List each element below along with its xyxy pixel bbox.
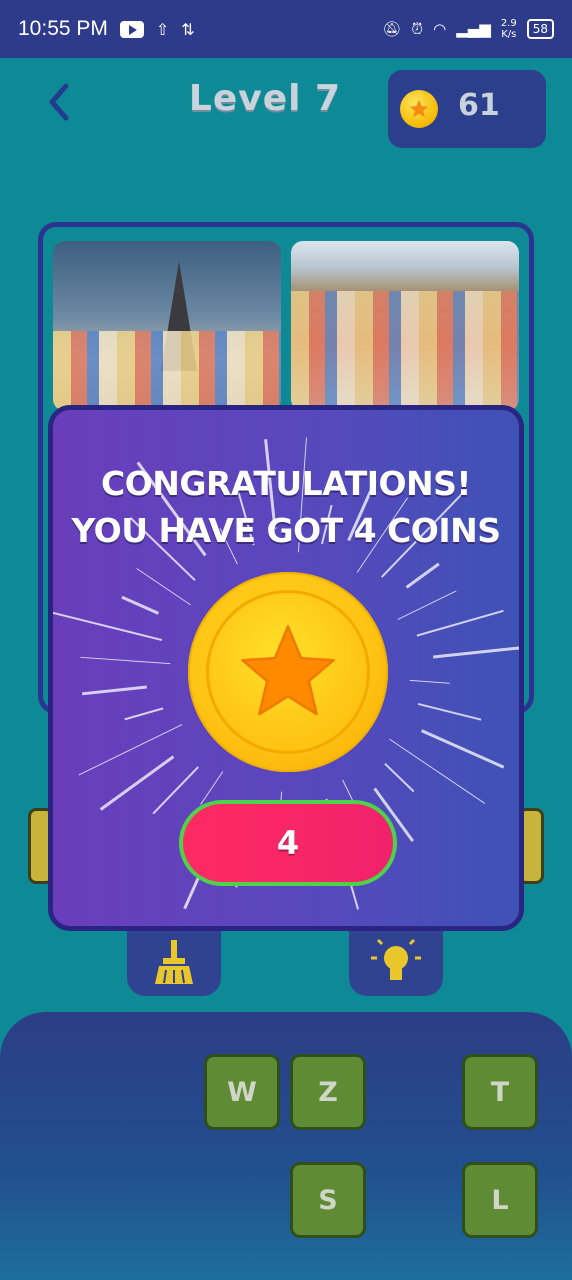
network-speed-value: 2.9 [500,18,517,29]
coin-inner-ring [206,590,370,754]
burst-ray [78,724,183,776]
congrats-line-2: YOU HAVE GOT 4 COINS [71,511,501,550]
congrats-message: CONGRATULATIONS! YOU HAVE GOT 4 COINS [53,460,519,554]
city-skyline [53,331,281,411]
burst-ray [53,611,163,642]
clear-button[interactable] [127,930,221,996]
congrats-line-1: CONGRATULATIONS! [101,464,471,503]
status-bar: 10:55 PM ⇧ ⇅ 🔕︎ ⏰︎ ◠ ▂▄▆ 2.9 K/s 58 [0,0,572,58]
houses-shape [291,291,519,411]
chevron-left-icon [49,83,69,121]
burst-ray [124,707,164,721]
battery-indicator: 58 [526,19,554,39]
burst-ray [99,755,175,811]
coin-count: 61 [458,88,500,123]
back-button[interactable] [44,82,84,126]
broom-icon [155,940,193,984]
burst-ray [121,595,160,615]
burst-ray [416,609,504,637]
gold-coin-icon [188,572,388,772]
burst-ray [409,679,450,684]
burst-ray [420,729,505,769]
data-transfer-icon: ⇅ [181,19,195,39]
reward-dialog: CONGRATULATIONS! YOU HAVE GOT 4 COINS 4 [48,405,524,931]
burst-ray [81,685,147,696]
coin-icon [400,90,438,128]
lightbulb-icon [371,938,421,980]
letter-key[interactable]: T [462,1054,538,1130]
burst-ray [136,568,191,606]
upload-icon: ⇧ [155,19,170,39]
hint-button[interactable] [349,930,443,996]
network-speed-unit: K/s [501,29,517,40]
burst-ray [433,646,519,659]
coin-balance[interactable]: 61 [388,70,546,148]
burst-ray [152,766,200,815]
letter-key[interactable]: L [462,1162,538,1238]
page-title: Level 7 [188,78,342,119]
wifi-icon: ◠ [433,20,447,38]
burst-ray [417,702,482,721]
signal-icon: ▂▄▆ [456,20,491,38]
photo-colorful-houses [291,241,519,411]
star-icon [241,625,335,716]
notifications-off-icon: 🔕︎ [382,20,402,38]
burst-ray [384,762,415,793]
burst-ray [405,562,440,589]
claim-reward-button[interactable]: 4 [179,800,397,886]
burst-ray [397,590,457,620]
letter-key[interactable]: Z [290,1054,366,1130]
letter-key[interactable]: W [204,1054,280,1130]
photo-eiffel-tower [53,241,281,411]
letter-panel [0,1012,572,1280]
status-icons: 🔕︎ ⏰︎ ◠ ▂▄▆ 2.9 K/s 58 [382,18,554,40]
burst-ray [389,738,486,804]
youtube-icon [119,20,144,38]
network-speed: 2.9 K/s [501,18,517,40]
burst-ray [80,656,171,665]
alarm-icon: ⏰︎ [411,20,424,38]
letter-key[interactable]: S [290,1162,366,1238]
clock: 10:55 PM [18,17,108,40]
